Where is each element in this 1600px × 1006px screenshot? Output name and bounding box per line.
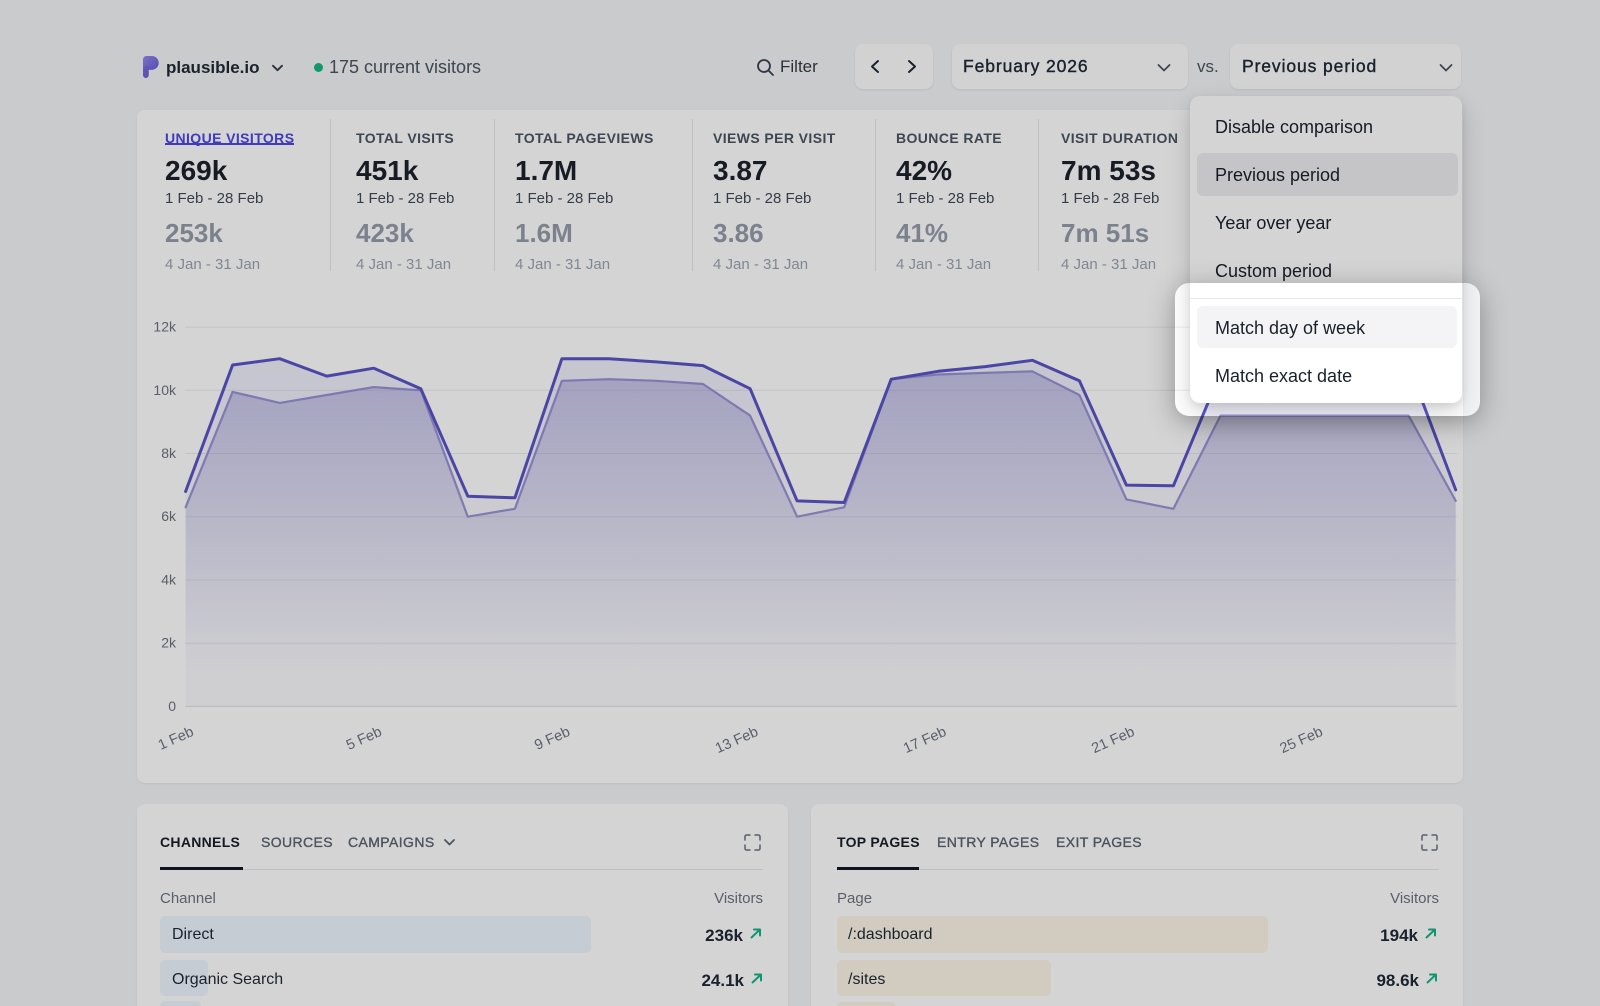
svg-text:17 Feb: 17 Feb xyxy=(901,724,949,757)
svg-text:12k: 12k xyxy=(153,319,177,335)
svg-text:10k: 10k xyxy=(153,382,177,398)
svg-text:25 Feb: 25 Feb xyxy=(1278,724,1326,757)
svg-text:21 Feb: 21 Feb xyxy=(1089,724,1137,757)
svg-text:0: 0 xyxy=(168,698,176,714)
svg-text:8k: 8k xyxy=(161,445,177,461)
svg-text:4k: 4k xyxy=(161,572,177,588)
svg-text:13 Feb: 13 Feb xyxy=(713,724,761,757)
svg-text:5 Feb: 5 Feb xyxy=(344,724,384,754)
svg-text:6k: 6k xyxy=(161,508,177,524)
svg-text:1 Feb: 1 Feb xyxy=(156,724,196,754)
svg-text:9 Feb: 9 Feb xyxy=(532,724,572,754)
svg-text:2k: 2k xyxy=(161,635,177,651)
